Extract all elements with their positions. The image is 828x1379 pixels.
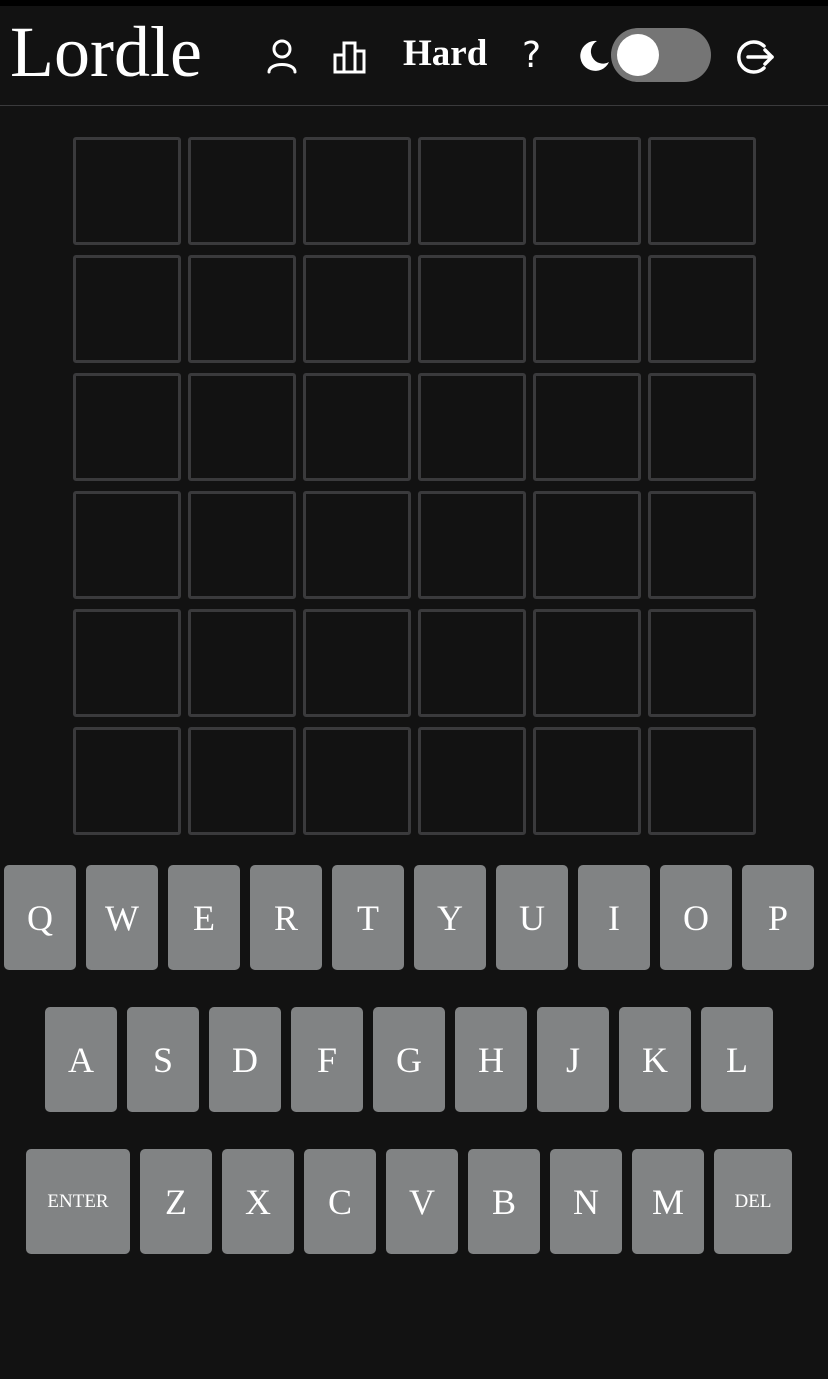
board-tile [188,255,296,363]
key-g[interactable]: G [373,1007,445,1112]
board-tile [73,373,181,481]
board-tile [303,137,411,245]
board-tile [303,491,411,599]
board-tile [533,255,641,363]
board-tile [188,491,296,599]
keyboard-row-3: ENTER Z X C V B N M DEL [26,1149,792,1254]
key-z[interactable]: Z [140,1149,212,1254]
dark-mode-toggle[interactable] [611,28,711,82]
key-a[interactable]: A [45,1007,117,1112]
key-v[interactable]: V [386,1149,458,1254]
board-tile [533,609,641,717]
key-j[interactable]: J [537,1007,609,1112]
key-o[interactable]: O [660,865,732,970]
key-d[interactable]: D [209,1007,281,1112]
board-tile [418,137,526,245]
key-y[interactable]: Y [414,865,486,970]
board-tile [648,609,756,717]
board-tile [533,491,641,599]
board-tile [533,137,641,245]
moon-icon [574,37,612,75]
key-h[interactable]: H [455,1007,527,1112]
board-tile [648,373,756,481]
key-w[interactable]: W [86,865,158,970]
key-i[interactable]: I [578,865,650,970]
board-tile [188,373,296,481]
board-tile [648,137,756,245]
board-tile [533,373,641,481]
board-tile [73,609,181,717]
key-p[interactable]: P [742,865,814,970]
key-t[interactable]: T [332,865,404,970]
board-tile [418,609,526,717]
user-icon[interactable] [262,36,302,76]
key-u[interactable]: U [496,865,568,970]
delete-key[interactable]: DEL [714,1149,792,1254]
board-tile [188,727,296,835]
board-tile [418,255,526,363]
key-n[interactable]: N [550,1149,622,1254]
key-f[interactable]: F [291,1007,363,1112]
stats-icon[interactable] [330,36,370,76]
key-q[interactable]: Q [4,865,76,970]
hard-mode-button[interactable]: Hard [403,32,487,76]
key-l[interactable]: L [701,1007,773,1112]
board-tile [418,727,526,835]
toggle-knob [617,34,659,76]
keyboard-row-2: ASDFGHJKL [45,1007,773,1112]
board-tile [648,491,756,599]
key-k[interactable]: K [619,1007,691,1112]
board-tile [303,727,411,835]
key-x[interactable]: X [222,1149,294,1254]
board-tile [73,137,181,245]
board-tile [73,727,181,835]
board-tile [648,255,756,363]
board-tile [533,727,641,835]
board-tile [188,137,296,245]
board-tile [73,255,181,363]
key-b[interactable]: B [468,1149,540,1254]
board-tile [418,373,526,481]
board-tile [303,255,411,363]
board-tile [73,491,181,599]
help-button[interactable]: ? [522,34,541,78]
guess-board [73,137,757,835]
logout-icon[interactable] [733,35,777,79]
header: Lordle Hard ? [0,6,828,106]
key-e[interactable]: E [168,865,240,970]
key-r[interactable]: R [250,865,322,970]
key-s[interactable]: S [127,1007,199,1112]
board-tile [303,373,411,481]
keyboard-row-1: QWERTYUIOP [4,865,814,970]
app-title: Lordle [10,12,202,92]
board-tile [188,609,296,717]
board-tile [648,727,756,835]
key-c[interactable]: C [304,1149,376,1254]
board-tile [418,491,526,599]
key-m[interactable]: M [632,1149,704,1254]
board-tile [303,609,411,717]
enter-key[interactable]: ENTER [26,1149,130,1254]
